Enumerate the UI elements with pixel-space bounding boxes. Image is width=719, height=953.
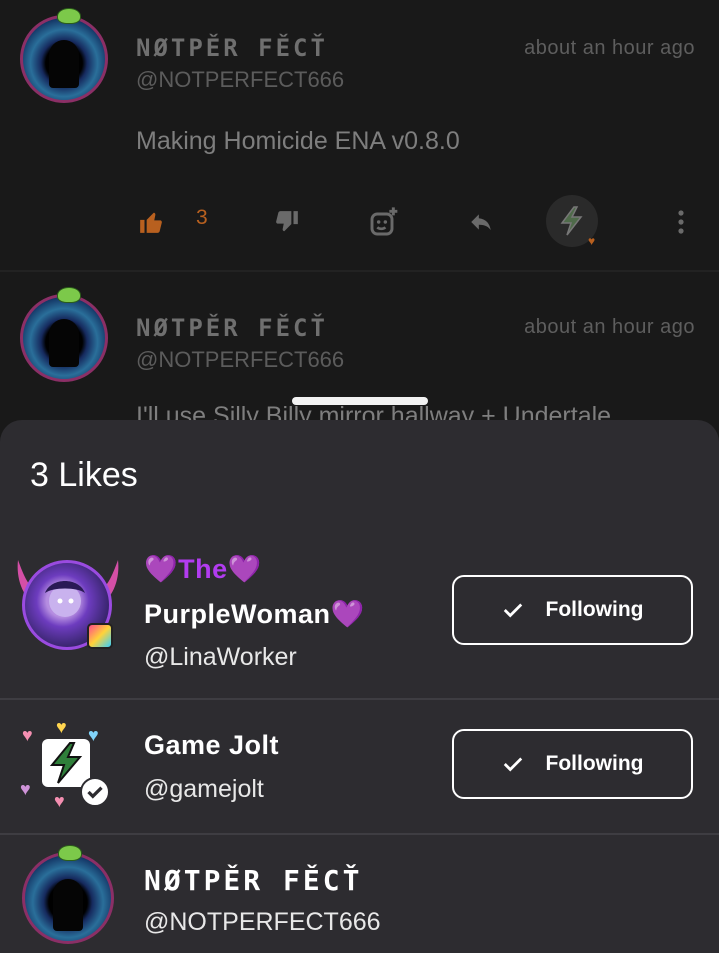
- row-divider: [0, 698, 719, 700]
- user-handle[interactable]: @gamejolt: [144, 775, 264, 804]
- heart-decoration-icon: ♥: [20, 779, 31, 799]
- verified-icon: [80, 777, 110, 807]
- author-name[interactable]: NØTPĚR FĚCŤ: [136, 314, 328, 342]
- feed: NØTPĚR FĚCŤ @NOTPERFECT666 about an hour…: [0, 0, 719, 440]
- following-label: Following: [545, 598, 644, 621]
- user-handle[interactable]: @LinaWorker: [144, 643, 297, 672]
- heart-decoration-icon: ♥: [54, 791, 65, 811]
- thumbs-up-icon: [140, 212, 162, 233]
- thumbs-down-icon: [276, 211, 298, 232]
- author-avatar[interactable]: [20, 15, 108, 103]
- like-button[interactable]: [138, 204, 164, 240]
- heart-decoration-icon: ♥: [88, 725, 99, 745]
- author-avatar[interactable]: [20, 294, 108, 382]
- sheet-drag-handle[interactable]: [292, 397, 428, 405]
- user-name-line1: 💜The💜: [144, 553, 262, 585]
- frog-badge-icon: [58, 845, 82, 861]
- likes-title: 3 Likes: [30, 456, 138, 494]
- check-icon: [503, 603, 522, 618]
- more-vertical-icon: [678, 210, 684, 234]
- author-handle[interactable]: @NOTPERFECT666: [136, 67, 344, 93]
- row-divider: [0, 833, 719, 835]
- sticker-add-icon: [370, 207, 398, 236]
- user-handle[interactable]: @NOTPERFECT666: [144, 908, 381, 937]
- user-avatar[interactable]: [22, 852, 114, 944]
- user-avatar[interactable]: [22, 560, 113, 650]
- like-count: 3: [196, 206, 208, 229]
- more-options-button[interactable]: [676, 204, 686, 240]
- heart-decoration-icon: ♥: [22, 725, 33, 745]
- reply-icon: [471, 214, 491, 231]
- reply-button[interactable]: [466, 204, 496, 240]
- check-icon: [503, 757, 522, 772]
- creator-badge-icon: [87, 623, 113, 649]
- heart-decoration-icon: ♥: [56, 717, 67, 737]
- user-name: Game Jolt: [144, 730, 280, 760]
- likes-sheet: 3 Likes 💜The💜 PurpleWoman💜 @LinaWorker F…: [0, 420, 719, 953]
- frog-badge-icon: [57, 8, 81, 24]
- user-name-line2: PurpleWoman💜: [144, 599, 365, 629]
- author-name[interactable]: NØTPĚR FĚCŤ: [136, 34, 328, 62]
- following-label: Following: [545, 752, 644, 775]
- user-avatar[interactable]: ♥ ♥ ♥ ♥ ♥: [20, 717, 110, 811]
- user-name: NØTPĚR FĚCŤ: [144, 864, 363, 897]
- following-button[interactable]: Following: [452, 729, 693, 799]
- post-time: about an hour ago: [524, 316, 695, 338]
- heart-icon: ♥: [588, 234, 596, 248]
- user-name: 💜The💜: [144, 554, 262, 584]
- post[interactable]: NØTPĚR FĚCŤ @NOTPERFECT666 about an hour…: [0, 0, 719, 270]
- add-sticker-button[interactable]: [368, 204, 400, 240]
- dislike-button[interactable]: [274, 204, 300, 240]
- post[interactable]: NØTPĚR FĚCŤ @NOTPERFECT666 about an hour…: [0, 272, 719, 442]
- frog-badge-icon: [57, 287, 81, 303]
- post-time: about an hour ago: [524, 37, 695, 59]
- post-body: Making Homicide ENA v0.8.0: [136, 127, 460, 155]
- author-handle[interactable]: @NOTPERFECT666: [136, 347, 344, 373]
- following-button[interactable]: Following: [452, 575, 693, 645]
